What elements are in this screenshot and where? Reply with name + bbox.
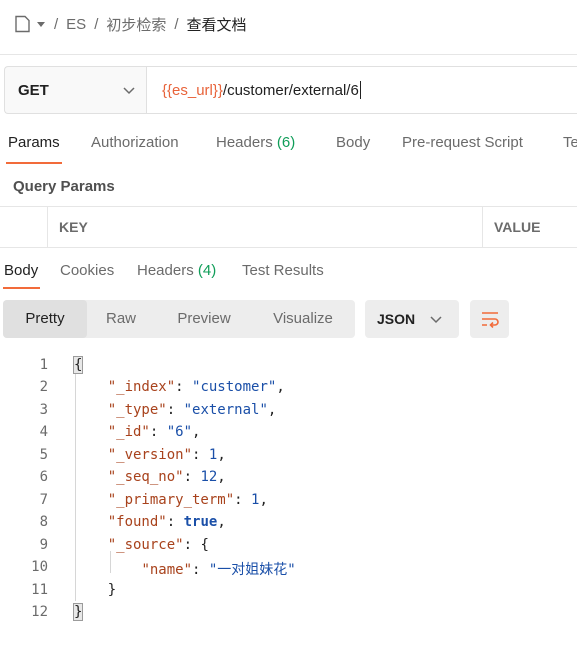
format-label: JSON: [377, 311, 416, 327]
value-column-header: VALUE: [494, 219, 541, 235]
url-input[interactable]: {{es_url}}/customer/external/6: [146, 66, 577, 114]
wrap-lines-icon: [481, 312, 499, 328]
view-visualize-button[interactable]: Visualize: [259, 300, 347, 338]
code-line: }: [107, 582, 117, 598]
chevron-down-icon: [123, 87, 135, 95]
line-number: 3: [39, 402, 48, 418]
line-number: 9: [39, 537, 48, 553]
format-select[interactable]: JSON: [365, 300, 459, 338]
method-select[interactable]: GET: [4, 66, 146, 114]
breadcrumb-collection[interactable]: ES: [66, 16, 86, 33]
text-cursor: [359, 81, 361, 99]
request-file-icon[interactable]: [14, 15, 46, 33]
tab-pre-request-script[interactable]: Pre-request Script: [402, 134, 523, 151]
wrap-lines-button[interactable]: [470, 300, 509, 338]
breadcrumb-folder[interactable]: 初步检索: [106, 14, 166, 35]
tab-test-results[interactable]: Test Results: [242, 262, 324, 279]
code-line: "_primary_term": 1,: [107, 492, 268, 508]
url-variable: {{es_url}}: [162, 81, 223, 99]
line-number: 4: [39, 424, 48, 440]
code-line: "_source": {: [107, 537, 209, 553]
view-mode-toggle: Pretty Raw Preview Visualize: [3, 300, 355, 338]
line-number: 1: [39, 357, 48, 373]
url-path: /customer/external/6: [222, 81, 359, 99]
query-params-title: Query Params: [13, 178, 115, 195]
line-number: 11: [31, 582, 48, 598]
line-number: 7: [39, 492, 48, 508]
code-line: "_index": "customer",: [107, 379, 285, 395]
line-number: 10: [31, 559, 48, 575]
key-column-header: KEY: [59, 219, 88, 235]
active-response-tab-indicator: [3, 287, 40, 289]
view-preview-button[interactable]: Preview: [163, 300, 245, 338]
code-line: }: [72, 603, 84, 621]
method-label: GET: [18, 81, 49, 99]
code-line: "_id": "6",: [107, 424, 201, 440]
tab-authorization[interactable]: Authorization: [91, 134, 179, 151]
line-number: 2: [39, 379, 48, 395]
tab-headers[interactable]: Headers (6): [216, 134, 295, 151]
code-line: "_version": 1,: [107, 447, 226, 463]
code-line: "_type": "external",: [107, 402, 277, 418]
chevron-down-icon: [430, 316, 442, 324]
breadcrumb: / ES / 初步检索 / 查看文档: [14, 10, 247, 38]
code-line: "name": "一对姐妹花": [141, 562, 296, 578]
divider: [0, 54, 577, 55]
tab-response-headers[interactable]: Headers (4): [137, 262, 216, 279]
code-line: {: [72, 356, 84, 374]
tab-body[interactable]: Body: [336, 134, 370, 151]
breadcrumb-request-name[interactable]: 查看文档: [187, 14, 247, 35]
line-number: 6: [39, 469, 48, 485]
view-raw-button[interactable]: Raw: [87, 300, 155, 338]
tab-cookies[interactable]: Cookies: [60, 262, 114, 279]
view-pretty-button[interactable]: Pretty: [3, 300, 87, 338]
tab-params[interactable]: Params: [8, 134, 60, 151]
tab-response-body[interactable]: Body: [4, 262, 38, 279]
line-number: 12: [31, 604, 48, 620]
code-line: "found": true,: [107, 514, 226, 530]
line-number: 5: [39, 447, 48, 463]
code-line: "_seq_no": 12,: [107, 469, 226, 485]
line-number: 8: [39, 514, 48, 530]
active-tab-indicator: [6, 162, 62, 164]
tab-tests[interactable]: Te: [563, 134, 577, 151]
query-params-header-row: KEY VALUE: [0, 206, 577, 248]
